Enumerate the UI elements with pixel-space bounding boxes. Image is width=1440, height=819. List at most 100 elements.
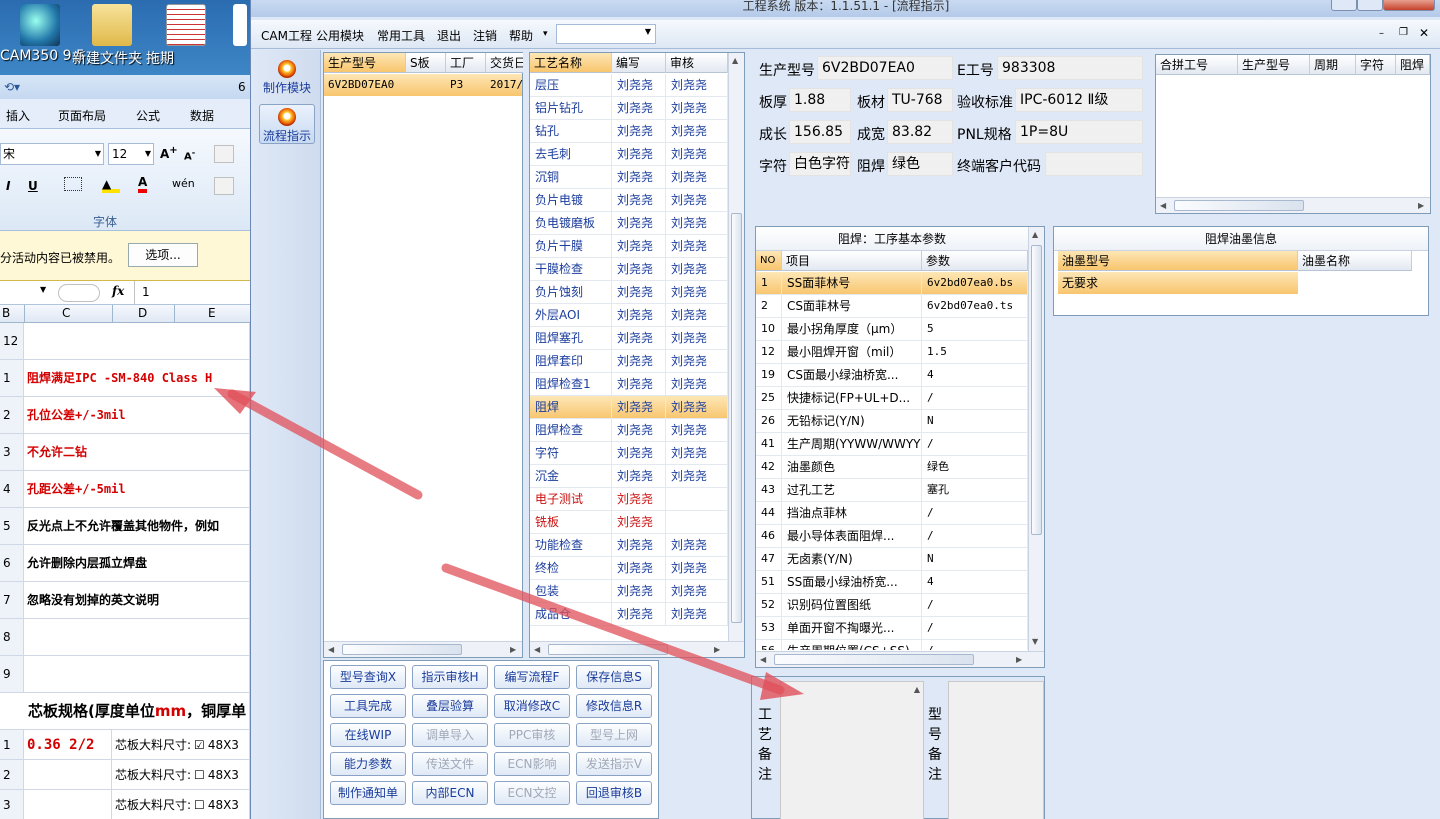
field-standard[interactable]: IPC-6012 Ⅱ级 [1015, 88, 1143, 112]
action-button[interactable]: 制作通知单 [330, 781, 406, 805]
align-left-icon[interactable] [214, 177, 234, 195]
italic-icon[interactable]: I [6, 179, 10, 193]
cell[interactable]: 孔距公差+/-5mil [24, 471, 250, 508]
param-row[interactable]: 56生产周期位置(CS+SS)/ [756, 640, 1028, 650]
action-button[interactable]: ECN影响 [494, 752, 570, 776]
param-row[interactable]: 1 SS面菲林号 6v2bd07ea0.bs [756, 272, 1028, 295]
row-header[interactable]: 4 [0, 471, 24, 508]
action-button[interactable]: 取消修改C [494, 694, 570, 718]
action-button[interactable]: 叠层验算 [412, 694, 488, 718]
scroll-left-icon[interactable]: ◀ [1160, 201, 1166, 210]
row-header[interactable]: 1 [0, 730, 24, 760]
action-button[interactable]: 指示审核H [412, 665, 488, 689]
menu-logout[interactable]: 注销 [473, 27, 497, 44]
field-character[interactable]: 白色字符 [789, 152, 851, 176]
cell[interactable]: 允许删除内层孤立焊盘 [24, 545, 250, 582]
scroll-right-icon[interactable]: ▶ [714, 645, 720, 654]
process-row[interactable]: 阻焊套印 刘尧尧 刘尧尧 [530, 350, 728, 373]
process-row[interactable]: 铣板 刘尧尧 [530, 511, 728, 534]
core-size-cell[interactable]: 芯板大料尺寸: ☑ 48X3 [112, 730, 250, 760]
scroll-thumb[interactable] [1031, 245, 1042, 535]
col-header-e[interactable]: E [208, 306, 216, 320]
process-row[interactable]: 功能检查 刘尧尧 刘尧尧 [530, 534, 728, 557]
mdi-restore-icon[interactable]: ❐ [1399, 27, 1408, 38]
col-merge-character[interactable]: 字符 [1356, 55, 1396, 75]
param-row[interactable]: 46 最小导体表面阻焊... / [756, 525, 1028, 548]
core-value[interactable] [24, 760, 112, 790]
order-hscrollbar[interactable]: ◀ ▶ [324, 641, 522, 657]
field-length[interactable]: 156.85 [789, 120, 851, 144]
shrink-font-icon[interactable]: A- [184, 147, 195, 162]
font-name-select[interactable]: 宋 ▼ [0, 143, 104, 165]
col-header-d[interactable]: D [138, 306, 147, 320]
fx-icon[interactable]: fx [112, 284, 124, 298]
ribbon-tab-formulas[interactable]: 公式 [136, 107, 160, 124]
process-row[interactable]: 成品仓 刘尧尧 刘尧尧 [530, 603, 728, 626]
col-value[interactable]: 参数 [922, 251, 1028, 271]
action-button[interactable]: 型号查询X [330, 665, 406, 689]
process-row[interactable]: 层压 刘尧尧 刘尧尧 [530, 74, 728, 97]
process-row[interactable]: 负电镀磨板 刘尧尧 刘尧尧 [530, 212, 728, 235]
scroll-thumb[interactable] [731, 213, 742, 623]
row-header[interactable]: 2 [0, 760, 24, 790]
param-row[interactable]: 10 最小拐角厚度（μm） 5 [756, 318, 1028, 341]
scroll-right-icon[interactable]: ▶ [510, 645, 516, 654]
action-button[interactable]: 传送文件 [412, 752, 488, 776]
action-button[interactable]: 内部ECN [412, 781, 488, 805]
field-customer-code[interactable] [1045, 152, 1143, 176]
action-button[interactable]: 能力参数 [330, 752, 406, 776]
model-note-textarea[interactable] [948, 681, 1044, 819]
process-row[interactable]: 阻焊检查 刘尧尧 刘尧尧 [530, 419, 728, 442]
col-reviewer[interactable]: 审核 [666, 53, 728, 73]
phonetic-icon[interactable]: wén [172, 177, 195, 190]
core-size-cell[interactable]: 芯板大料尺寸: ☐ 48X3 [112, 760, 250, 790]
action-button[interactable]: 保存信息S [576, 665, 652, 689]
col-ink-model[interactable]: 油墨型号 [1058, 251, 1298, 271]
scroll-left-icon[interactable]: ◀ [534, 645, 540, 654]
param-row[interactable]: 53 单面开窗不掏曝光... / [756, 617, 1028, 640]
scroll-down-icon[interactable]: ▼ [1032, 637, 1038, 646]
row-header[interactable]: 7 [0, 582, 24, 619]
underline-icon[interactable]: U [28, 179, 38, 193]
params-hscrollbar[interactable]: ◀ ▶ [756, 651, 1044, 667]
side-btn-make-module[interactable]: 制作模块 [259, 56, 315, 96]
field-width[interactable]: 83.82 [887, 120, 953, 144]
action-button[interactable]: 调单导入 [412, 723, 488, 747]
param-row[interactable]: 43 过孔工艺 塞孔 [756, 479, 1028, 502]
process-row[interactable]: 去毛刺 刘尧尧 刘尧尧 [530, 143, 728, 166]
process-row[interactable]: 负片干膜 刘尧尧 刘尧尧 [530, 235, 728, 258]
scroll-up-icon[interactable]: ▲ [1032, 230, 1038, 239]
param-row[interactable]: 42 油墨颜色 绿色 [756, 456, 1028, 479]
action-button[interactable]: 型号上网 [576, 723, 652, 747]
cell[interactable] [24, 323, 250, 360]
col-writer[interactable]: 编写 [612, 53, 666, 73]
core-size-cell[interactable]: 芯板大料尺寸: ☐ 48X3 [112, 790, 250, 819]
mdi-close-icon[interactable]: ✕ [1419, 26, 1429, 40]
col-process-name[interactable]: 工艺名称 [530, 53, 612, 73]
col-merge-mask[interactable]: 阻焊 [1396, 55, 1430, 75]
grow-font-icon[interactable]: A+ [160, 145, 178, 161]
process-row[interactable]: 钻孔 刘尧尧 刘尧尧 [530, 120, 728, 143]
col-item[interactable]: 项目 [782, 251, 922, 271]
action-button[interactable]: 在线WIP [330, 723, 406, 747]
cell[interactable]: 忽略没有划掉的英文说明 [24, 582, 250, 619]
param-row[interactable]: 52 识别码位置图纸 / [756, 594, 1028, 617]
col-header-c[interactable]: C [62, 306, 70, 320]
process-row[interactable]: 外层AOI 刘尧尧 刘尧尧 [530, 304, 728, 327]
row-header[interactable]: 3 [0, 790, 24, 819]
param-row[interactable]: 44 挡油点菲林 / [756, 502, 1028, 525]
col-header-b[interactable]: B [2, 306, 10, 320]
process-row[interactable]: 阻焊 刘尧尧 刘尧尧 [530, 396, 728, 419]
ink-row[interactable]: 无要求 [1058, 272, 1298, 294]
field-thickness[interactable]: 1.88 [789, 88, 851, 112]
scroll-thumb[interactable] [342, 644, 462, 655]
param-row[interactable]: 47 无卤素(Y/N) N [756, 548, 1028, 571]
core-chk[interactable]: ☐ [194, 798, 205, 812]
font-color-icon[interactable]: A [138, 175, 148, 193]
mdi-minimize-icon[interactable]: – [1379, 28, 1384, 39]
minimize-icon[interactable] [1331, 0, 1357, 11]
close-icon[interactable] [1383, 0, 1435, 11]
options-button[interactable]: 选项... [128, 243, 198, 267]
row-header[interactable]: 3 [0, 434, 24, 471]
action-button[interactable]: 回退审核B [576, 781, 652, 805]
